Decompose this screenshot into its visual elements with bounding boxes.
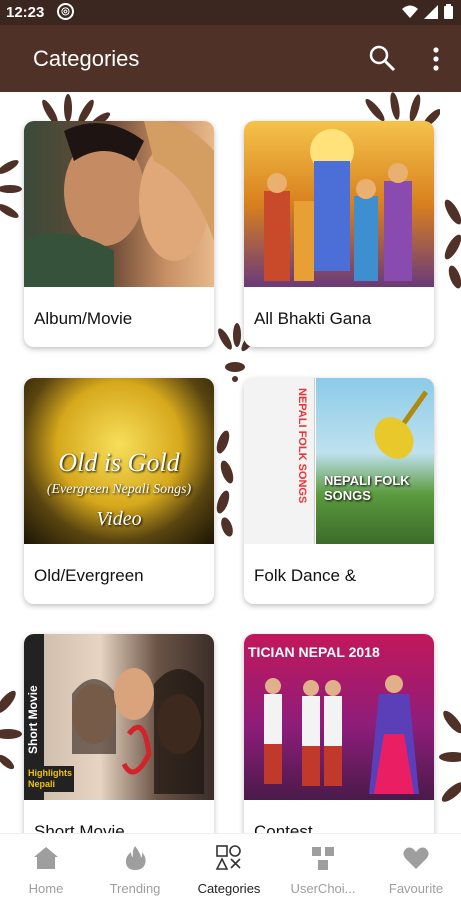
user-choice-icon xyxy=(312,847,334,870)
category-card-folk-dance[interactable]: NEPALI FOLK SONGS NEPALI FOLK SONGS Folk… xyxy=(244,378,434,604)
signal-icon xyxy=(424,4,438,19)
category-label: Short Movie xyxy=(34,822,125,833)
nav-item-userchoice[interactable]: UserChoi... xyxy=(277,834,369,901)
wifi-icon xyxy=(402,5,418,18)
category-card-all-bhakti-gana[interactable]: All Bhakti Gana xyxy=(244,121,434,347)
nav-label: Home xyxy=(28,881,64,896)
category-thumbnail: Old is Gold (Evergreen Nepali Songs) Vid… xyxy=(24,378,214,544)
category-card-short-movie[interactable]: Short Movie Highlights Nepali Short Movi… xyxy=(24,634,214,833)
category-thumbnail: TICIAN NEPAL 2018 xyxy=(244,634,434,800)
sarangi-icon xyxy=(374,390,429,459)
nav-item-favourite[interactable]: Favourite xyxy=(370,834,461,901)
category-thumbnail xyxy=(24,121,214,287)
nav-item-home[interactable]: Home xyxy=(0,834,92,901)
battery-icon xyxy=(444,4,453,19)
decorative-flower-icon xyxy=(0,690,22,770)
category-thumbnail: NEPALI FOLK SONGS NEPALI FOLK SONGS xyxy=(244,378,434,544)
more-vert-icon[interactable] xyxy=(428,45,444,73)
bottom-navigation: Home Trending Categories UserChoi... Fav… xyxy=(0,833,461,901)
home-icon xyxy=(34,847,58,869)
fire-icon xyxy=(125,846,146,870)
thumbnail-title: Short Movie xyxy=(26,685,40,754)
categories-icon xyxy=(215,845,241,870)
status-time: 12:23 xyxy=(6,4,45,21)
thumbnail-title: TICIAN NEPAL 2018 xyxy=(248,644,380,660)
thumbnail-art xyxy=(72,668,204,794)
thumbnail-title: Old is Gold xyxy=(58,448,180,477)
category-card-contest[interactable]: TICIAN NEPAL 2018 Contest xyxy=(244,634,434,833)
status-icons xyxy=(402,4,453,19)
thumbnail-subtitle: (Evergreen Nepali Songs) xyxy=(46,482,192,497)
thumbnail-side-text: NEPALI FOLK SONGS xyxy=(296,388,308,504)
thumbnail-subtitle: Highlights Nepali xyxy=(26,766,74,792)
thumbnail-art xyxy=(264,675,419,794)
search-icon[interactable] xyxy=(368,44,396,72)
nav-item-trending[interactable]: Trending xyxy=(89,834,181,901)
decorative-flower-icon xyxy=(444,199,461,289)
category-thumbnail xyxy=(244,121,434,287)
category-card-old-evergreen[interactable]: Old is Gold (Evergreen Nepali Songs) Vid… xyxy=(24,378,214,604)
nav-label: Trending xyxy=(109,881,161,896)
category-label: All Bhakti Gana xyxy=(254,309,372,328)
app-notification-icon: ◎ xyxy=(57,3,74,20)
category-label: Folk Dance & xyxy=(254,566,357,585)
category-label: Old/Evergreen xyxy=(34,566,144,585)
category-thumbnail: Short Movie Highlights Nepali xyxy=(24,634,214,800)
heart-icon xyxy=(403,847,429,869)
thumbnail-title: NEPALI FOLK SONGS xyxy=(324,473,410,503)
decorative-flower-icon xyxy=(439,710,461,802)
page-title: Categories xyxy=(33,46,140,71)
nav-label: Categories xyxy=(197,881,261,896)
app-bar: Categories xyxy=(0,25,461,92)
nav-label: Favourite xyxy=(388,881,444,896)
nav-label: UserChoi... xyxy=(290,881,356,896)
categories-grid[interactable]: Album/Movie All Bhakti Gana Old is Gold … xyxy=(0,92,461,833)
status-bar: 12:23 ◎ xyxy=(0,0,461,25)
category-card-album-movie[interactable]: Album/Movie xyxy=(24,121,214,347)
decorative-flower-icon xyxy=(0,160,22,218)
thumbnail-caption: Video xyxy=(96,508,142,530)
category-label: Album/Movie xyxy=(34,309,133,328)
nav-item-categories[interactable]: Categories xyxy=(183,834,275,901)
category-label: Contest xyxy=(254,822,313,833)
